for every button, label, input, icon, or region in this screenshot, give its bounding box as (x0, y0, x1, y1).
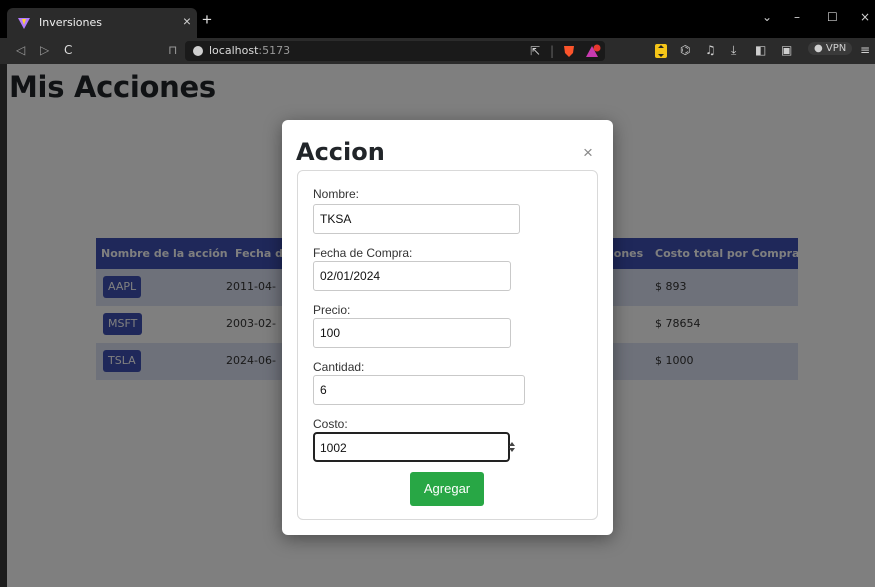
name-input[interactable] (313, 204, 520, 234)
number-spinner-icon[interactable] (507, 442, 516, 454)
extension-icon[interactable] (655, 44, 667, 58)
purchase-date-label: Fecha de Compra: (313, 246, 413, 260)
cost-input[interactable]: 1002 (313, 432, 515, 462)
back-icon[interactable]: ◁ (16, 43, 25, 57)
puzzle-icon[interactable]: ⌬ (680, 43, 690, 57)
brave-shield-icon[interactable] (563, 45, 575, 58)
quantity-input[interactable] (313, 375, 525, 405)
close-icon[interactable]: × (583, 143, 593, 163)
price-input[interactable] (313, 318, 511, 348)
browser-tab[interactable]: Inversiones × (7, 8, 197, 38)
wallet-icon[interactable]: ▣ (781, 43, 792, 57)
add-stock-modal: Accion × Nombre: Fecha de Compra: Precio… (282, 120, 613, 535)
address-bar[interactable]: localhost:5173 ⇱ | (185, 41, 605, 61)
tab-search-icon[interactable]: ⌄ (762, 10, 772, 24)
browser-titlebar: Inversiones × + ⌄ – ☐ × (0, 0, 875, 38)
url-port: :5173 (258, 44, 291, 57)
download-icon[interactable]: ⤓ (731, 43, 736, 58)
divider: | (550, 44, 555, 58)
share-icon[interactable]: ⇱ (530, 44, 540, 58)
site-info-icon[interactable] (193, 46, 203, 56)
price-label: Precio: (313, 303, 351, 317)
reload-icon[interactable]: C (64, 43, 72, 57)
close-window-icon[interactable]: × (860, 10, 870, 24)
vpn-label: VPN (825, 43, 847, 54)
vpn-button[interactable]: ● VPN (808, 42, 853, 55)
add-button[interactable]: Agregar (410, 472, 484, 506)
url-text: localhost:5173 (209, 44, 290, 57)
cost-label: Costo: (313, 417, 348, 431)
vite-icon (18, 18, 30, 29)
url-host: localhost (209, 44, 259, 57)
tab-title: Inversiones (39, 16, 103, 29)
stock-form: Nombre: Fecha de Compra: Precio: Cantida… (297, 170, 598, 520)
menu-icon[interactable]: ≡ (860, 43, 870, 57)
tab-close-icon[interactable]: × (183, 13, 191, 29)
purchase-date-input[interactable] (313, 261, 511, 291)
minimize-icon[interactable]: – (794, 10, 800, 24)
sidebar-icon[interactable]: ◧ (755, 43, 766, 57)
maximize-icon[interactable]: ☐ (827, 10, 838, 24)
quantity-label: Cantidad: (313, 360, 365, 374)
bookmark-icon[interactable]: ⊓ (168, 43, 177, 57)
modal-title: Accion (296, 138, 385, 166)
name-label: Nombre: (313, 187, 360, 201)
new-tab-button[interactable]: + (202, 11, 212, 28)
brave-rewards-icon[interactable] (585, 44, 601, 58)
music-icon[interactable]: ♫ (705, 43, 716, 57)
cost-value: 1002 (320, 441, 347, 455)
browser-toolbar: ◁ ▷ C ⊓ localhost:5173 ⇱ | ⌬ ♫ ⤓ ◧ ▣ ● V… (0, 38, 875, 64)
forward-icon[interactable]: ▷ (40, 43, 49, 57)
